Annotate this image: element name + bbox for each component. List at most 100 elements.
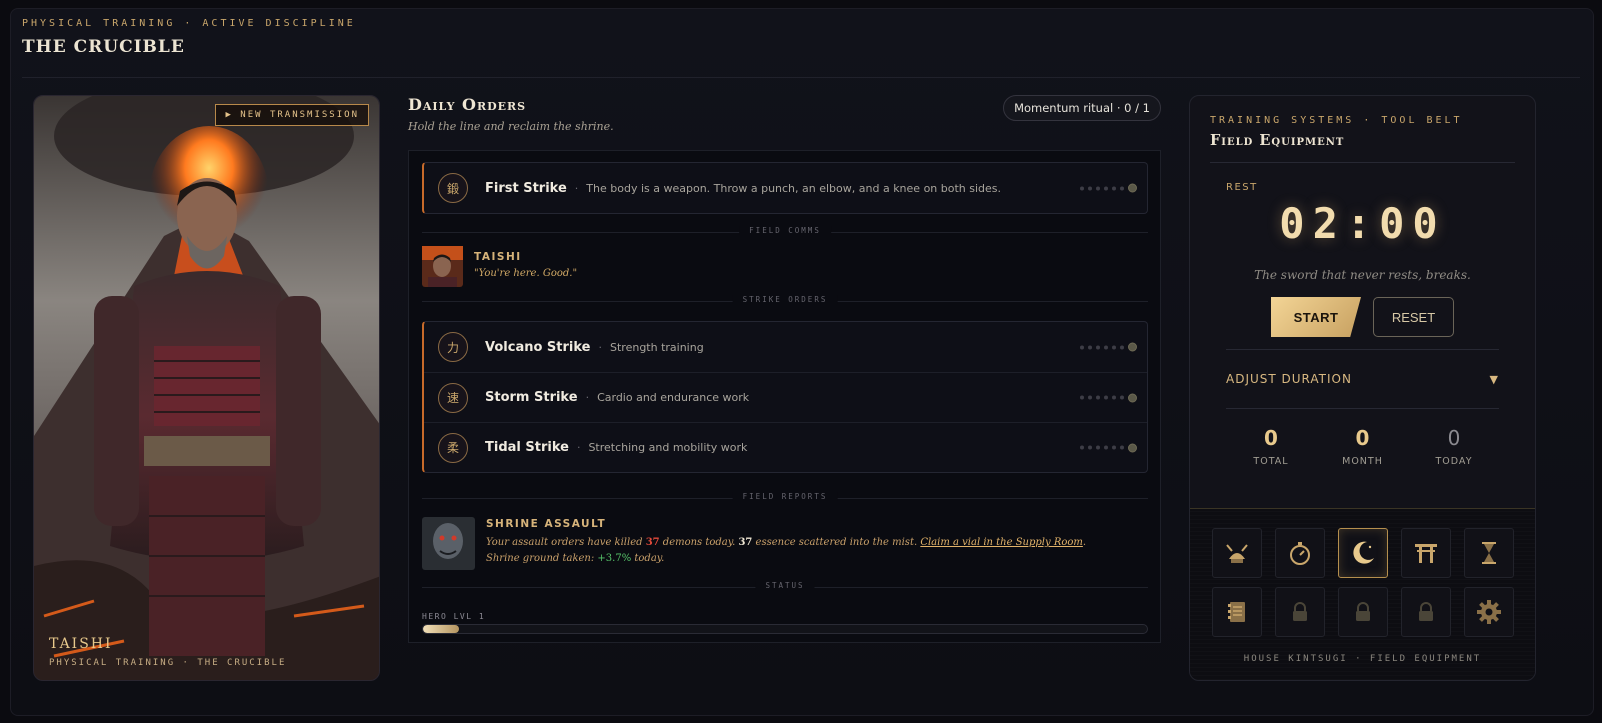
progress-dot [1096,186,1100,190]
progress-dots [1080,443,1137,452]
progress-dot [1096,395,1100,400]
complete-toggle[interactable] [1128,393,1137,402]
comm-sender: TAISHI [474,251,522,263]
momentum-ritual-badge[interactable]: Momentum ritual · 0 / 1 [1003,95,1161,121]
separator: · [576,441,581,454]
progress-dot [1112,395,1116,400]
strike-description: Strength training [610,340,704,354]
strike-name: First Strike [485,180,567,196]
progress-dot [1080,186,1084,190]
divider-label: STRIKE ORDERS [732,295,838,304]
hero-subtitle: PHYSICAL TRAINING · THE CRUCIBLE [49,658,287,668]
start-button[interactable]: START [1271,297,1361,337]
xp-progress-bar [422,624,1148,634]
progress-dot [1088,395,1092,400]
progress-dot [1120,186,1124,190]
divider-label: FIELD REPORTS [732,492,838,501]
divider-status: STATUS [422,581,1148,590]
stat-today: 0 TODAY [1409,426,1499,467]
tool-hourglass[interactable] [1464,528,1514,578]
stat-total: 0 TOTAL [1226,426,1316,467]
strike-row-storm[interactable]: 速 Storm Strike · Cardio and endurance wo… [424,372,1147,422]
complete-toggle[interactable] [1128,443,1137,452]
tool-journal[interactable] [1212,587,1262,637]
ground-gain: +3.7% [597,553,632,564]
tool-locked [1401,587,1451,637]
progress-dots [1080,393,1137,402]
progress-dot [1104,445,1108,450]
report-text: essence scattered into the mist. [752,537,921,548]
adjust-duration-label: ADJUST DURATION [1226,372,1352,386]
tool-samurai[interactable] [1212,528,1262,578]
supply-room-link[interactable]: Claim a vial in the Supply Room [920,537,1083,548]
progress-dot [1112,186,1116,190]
progress-dot [1096,445,1100,450]
divider-strike-orders: STRIKE ORDERS [422,295,1148,304]
kanji-badge-icon: 速 [438,382,468,413]
lock-icon [1293,602,1307,621]
moon-icon [1353,541,1374,564]
tool-settings[interactable] [1464,587,1514,637]
kanji-badge-icon: 柔 [438,432,468,463]
lock-icon [1419,602,1433,621]
progress-dot [1080,345,1084,349]
progress-dot [1080,445,1084,450]
report-text: demons today. [659,537,739,548]
adjust-duration-toggle[interactable]: ADJUST DURATION ▼ [1226,349,1499,409]
reset-button[interactable]: RESET [1373,297,1454,337]
lock-icon [1356,602,1370,621]
field-report: SHRINE ASSAULT Your assault orders have … [422,517,1086,570]
complete-toggle[interactable] [1128,183,1137,193]
gear-icon [1477,600,1501,624]
divider-field-comms: FIELD COMMS [422,226,1148,235]
divider-label: STATUS [755,581,815,590]
complete-toggle[interactable] [1128,342,1137,352]
strike-row-tidal[interactable]: 柔 Tidal Strike · Stretching and mobility… [424,422,1147,472]
field-comm-message: TAISHI "You're here. Good." [422,246,577,287]
strike-description: The body is a weapon. Throw a punch, an … [586,181,1002,195]
report-title: SHRINE ASSAULT [486,518,607,530]
strike-orders-card: 力 Volcano Strike · Strength training 速 S… [422,321,1148,473]
tool-locked [1275,587,1325,637]
separator: · [574,181,579,195]
orders-panel: 鍛 First Strike · The body is a weapon. T… [408,150,1161,643]
kanji-badge-icon: 鍛 [438,173,468,203]
progress-dot [1104,186,1108,190]
samurai-helmet-icon [1226,544,1248,563]
journal-icon [1228,602,1245,622]
tool-rest-moon[interactable] [1338,528,1388,578]
progress-dot [1088,345,1092,349]
stat-value: 0 [1264,426,1278,450]
comm-quote: "You're here. Good." [474,268,578,279]
top-header: PHYSICAL TRAINING · ACTIVE DISCIPLINE TH… [22,18,1580,78]
strike-row-volcano[interactable]: 力 Volcano Strike · Strength training [424,322,1147,372]
tool-shrine[interactable] [1401,528,1451,578]
divider [1210,162,1515,163]
tool-locked [1338,587,1388,637]
page-title: THE CRUCIBLE [22,37,185,57]
strike-row-first[interactable]: 鍛 First Strike · The body is a weapon. T… [424,163,1147,213]
header-eyebrow: PHYSICAL TRAINING · ACTIVE DISCIPLINE [22,18,356,29]
progress-dot [1104,345,1108,349]
hero-name: TAISHI [49,636,113,652]
strike-name: Storm Strike [485,390,578,405]
timer-motto: The sword that never rests, breaks. [1254,268,1471,282]
hero-level-label: HERO LVL 1 [422,612,486,621]
hero-portrait: ▶ NEW TRANSMISSION TAISHI PHYSICAL TRAIN… [33,95,380,681]
progress-dot [1120,445,1124,450]
stat-label: MONTH [1342,456,1383,467]
separator: · [598,340,603,354]
strike-name: Volcano Strike [485,339,591,355]
tool-stopwatch[interactable] [1275,528,1325,578]
stopwatch-icon [1290,542,1310,565]
report-line-ground: Shrine ground taken: +3.7% today. [486,551,1086,567]
strike-name: Tidal Strike [485,440,569,455]
progress-dot [1120,345,1124,349]
orders-subtitle: Hold the line and reclaim the shrine. [408,120,614,133]
report-text: Your assault orders have killed [486,537,646,548]
new-transmission-button[interactable]: ▶ NEW TRANSMISSION [215,104,369,126]
stat-label: TODAY [1435,456,1473,467]
strike-description: Cardio and endurance work [597,391,750,404]
progress-dot [1120,395,1124,400]
divider-label: FIELD COMMS [739,226,831,235]
